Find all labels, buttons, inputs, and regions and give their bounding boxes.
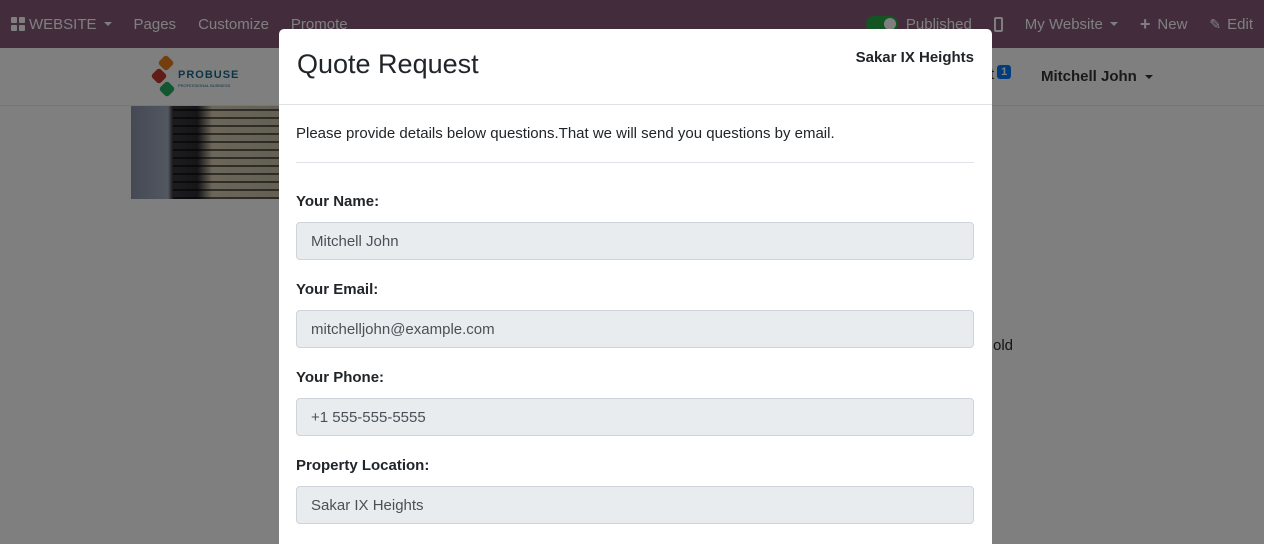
property-name: Sakar IX Heights (855, 49, 974, 66)
intro-text: Please provide details below questions.T… (296, 125, 974, 163)
name-input[interactable] (296, 222, 974, 260)
location-input[interactable] (296, 486, 974, 524)
email-label: Your Email: (296, 281, 379, 298)
phone-field-group: Your Phone: (296, 369, 974, 436)
phone-label: Your Phone: (296, 369, 385, 386)
phone-input[interactable] (296, 398, 974, 436)
name-label: Your Name: (296, 193, 380, 210)
email-input[interactable] (296, 310, 974, 348)
modal-header: Quote Request Sakar IX Heights (279, 29, 992, 105)
email-field-group: Your Email: (296, 281, 974, 348)
location-field-group: Property Location: (296, 457, 974, 524)
modal-body: Please provide details below questions.T… (279, 105, 992, 524)
name-field-group: Your Name: (296, 193, 974, 260)
modal-title: Quote Request (297, 49, 479, 79)
quote-request-modal: Quote Request Sakar IX Heights Please pr… (279, 29, 992, 544)
location-label: Property Location: (296, 457, 430, 474)
